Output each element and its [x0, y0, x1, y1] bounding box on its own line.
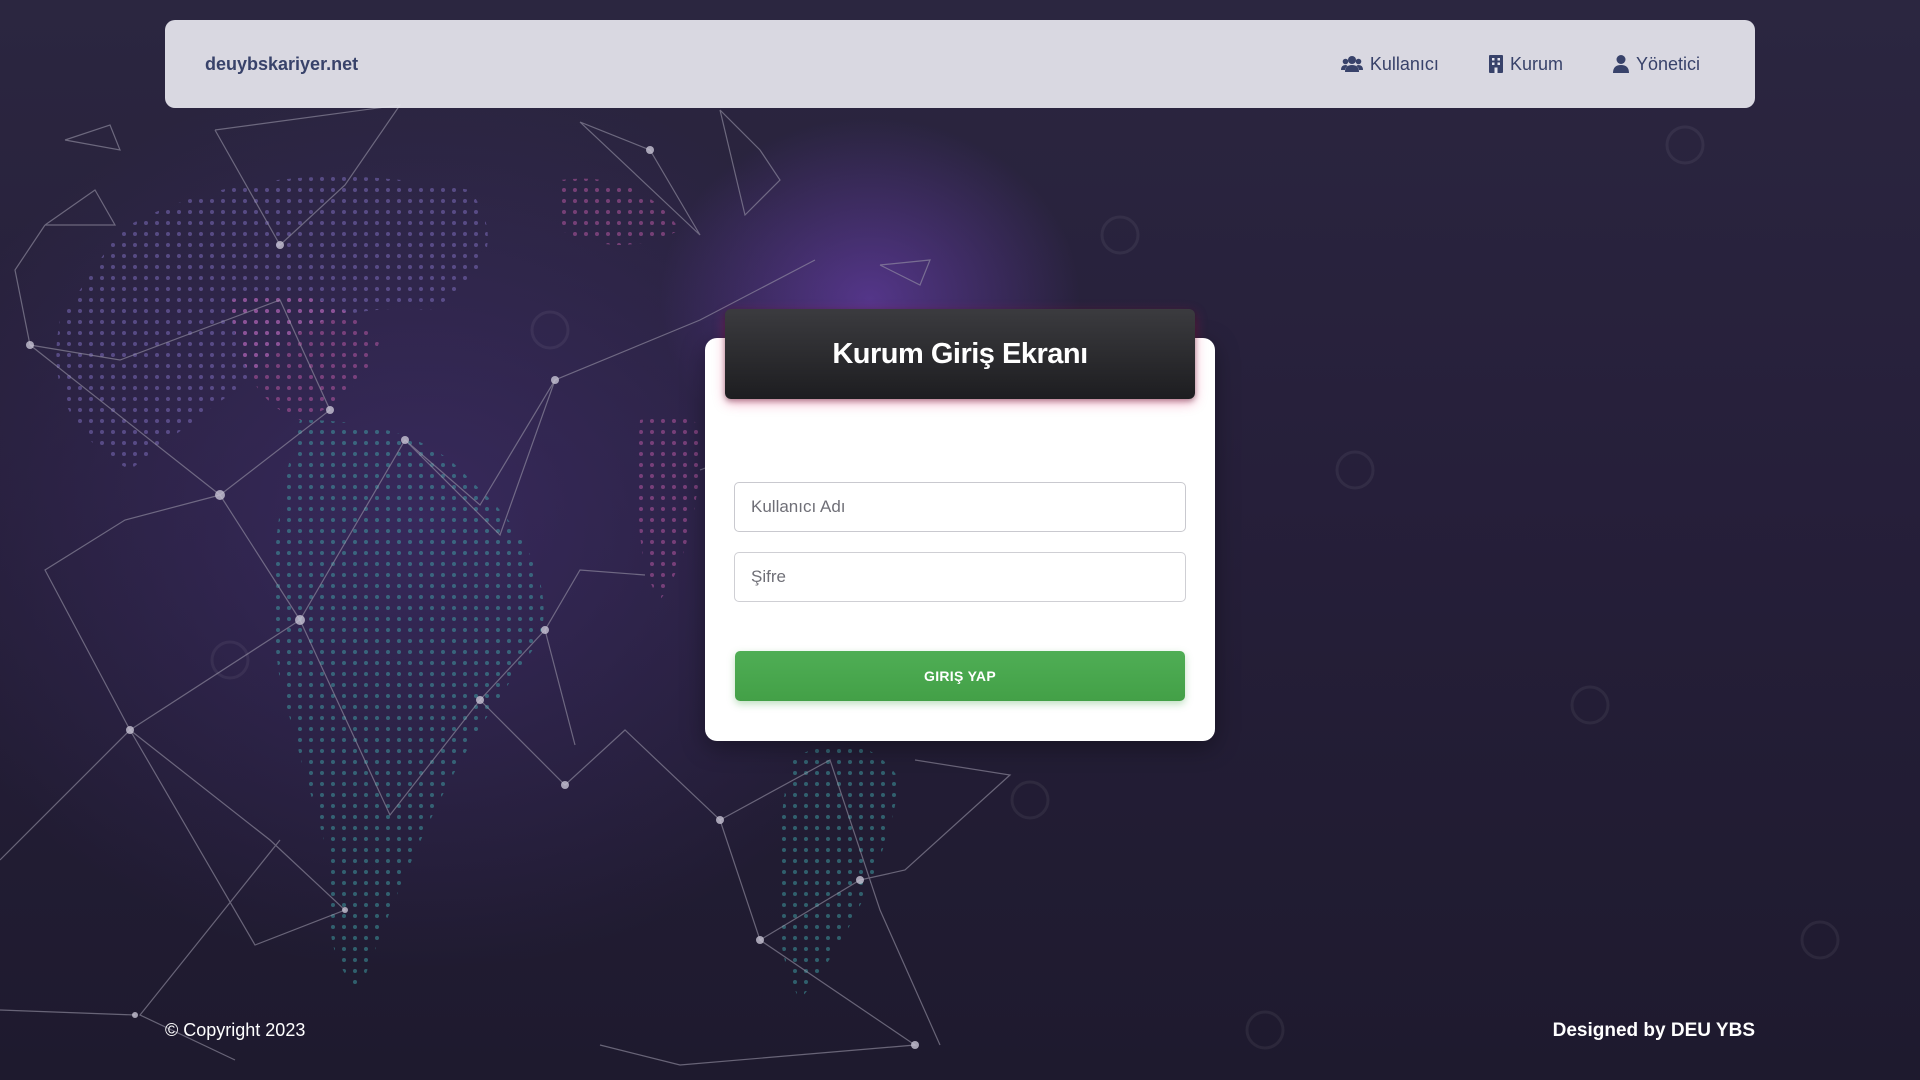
building-icon — [1488, 55, 1503, 73]
nav-link-label: Kurum — [1509, 53, 1563, 74]
users-icon — [1340, 55, 1363, 73]
user-icon — [1612, 55, 1629, 73]
nav-link-label: Kullanıcı — [1369, 53, 1439, 74]
login-title: Kurum Giriş Ekranı — [832, 337, 1088, 370]
top-navbar: deuybskariyer.net Kullanıcı Kurum Yöneti… — [165, 20, 1755, 108]
nav-links: Kullanıcı Kurum Yönetici — [1340, 20, 1700, 108]
login-card-header: Kurum Giriş Ekranı — [725, 309, 1195, 399]
login-submit-button[interactable]: GIRIŞ YAP — [735, 651, 1185, 701]
nav-link-kurum[interactable]: Kurum — [1488, 53, 1563, 75]
nav-link-kullanici[interactable]: Kullanıcı — [1340, 53, 1439, 75]
nav-link-label: Yönetici — [1635, 53, 1700, 74]
login-card: Kurum Giriş Ekranı GIRIŞ YAP — [705, 309, 1215, 741]
nav-link-yonetici[interactable]: Yönetici — [1612, 53, 1700, 75]
password-input[interactable] — [734, 552, 1186, 602]
copyright-text: © Copyright 2023 — [165, 1020, 306, 1040]
designer-credit: Designed by DEU YBS — [1552, 1020, 1755, 1041]
site-brand-link[interactable]: deuybskariyer.net — [205, 20, 358, 108]
username-input[interactable] — [734, 482, 1186, 532]
